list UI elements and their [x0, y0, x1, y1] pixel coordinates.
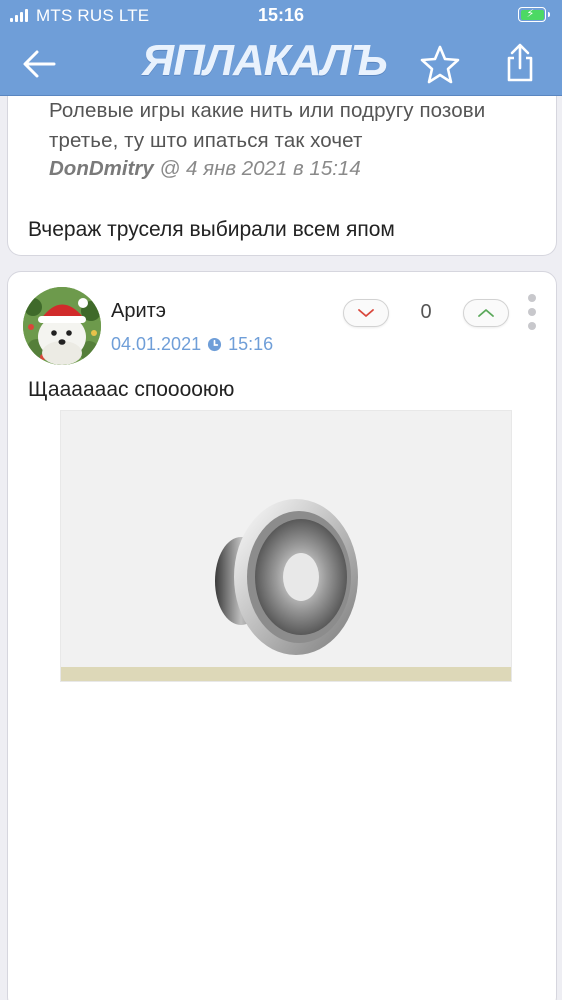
status-time: 15:16 — [257, 5, 305, 25]
comment-card: Аритэ 04.01.2021 15:16 0 Щааааaac споооo… — [7, 271, 557, 1000]
comment-date: 04.01.2021 — [111, 334, 202, 354]
site-logo[interactable]: ЯПЛАКАЛЪ — [142, 38, 400, 84]
comment-time: 15:16 — [228, 334, 274, 354]
comment-datetime: 04.01.2021 15:16 — [111, 334, 273, 355]
quote-separator: @ — [159, 157, 181, 180]
battery-icon — [518, 7, 550, 22]
chevron-up-icon — [478, 309, 494, 317]
more-vertical-icon — [528, 294, 536, 302]
comment-score: 0 — [420, 301, 432, 323]
speaker-icon — [215, 499, 358, 655]
audio-attachment[interactable] — [60, 410, 512, 682]
chevron-down-icon — [358, 309, 374, 317]
quote-text: Ролевые игры какие нить или подругу позо… — [49, 99, 486, 152]
vote-up-button[interactable] — [463, 299, 509, 327]
comment-text: Щааааaac споооoюю — [28, 378, 235, 401]
comment-card-previous: Ролевые игры какие нить или подругу позо… — [7, 96, 557, 256]
share-button[interactable] — [500, 42, 540, 84]
vote-down-button[interactable] — [343, 299, 389, 327]
back-arrow-icon — [23, 50, 56, 78]
nav-bar: ЯПЛАКАЛЪ — [0, 32, 562, 96]
comment-text: Вчераж труселя выбирали всем япом — [28, 218, 395, 241]
star-icon — [420, 45, 460, 84]
share-icon — [507, 43, 533, 82]
quote-author[interactable]: DonDmitry — [49, 157, 154, 180]
comment-username[interactable]: Аритэ — [111, 300, 166, 323]
audio-progress-bar[interactable] — [61, 667, 511, 681]
back-button[interactable] — [20, 46, 60, 82]
avatar[interactable] — [23, 287, 101, 365]
quote-meta: DonDmitry @ 4 янв 2021 в 15:14 — [49, 154, 361, 184]
more-options-button[interactable] — [527, 294, 537, 330]
favorite-button[interactable] — [420, 44, 460, 84]
clock-icon — [208, 337, 222, 352]
quote-date: 4 янв 2021 в 15:14 — [186, 157, 361, 180]
status-bar: MTS RUS LTE 15:16 — [0, 0, 562, 32]
